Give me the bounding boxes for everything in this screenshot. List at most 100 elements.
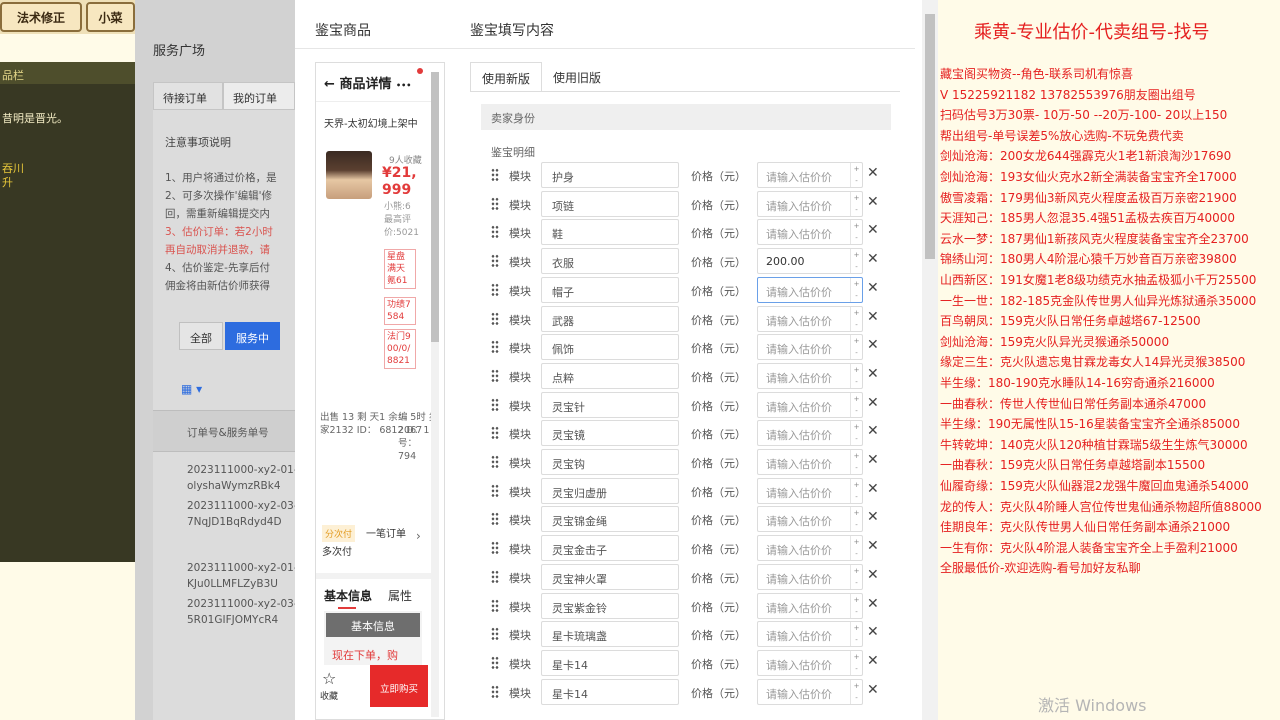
module-name-field[interactable]: 灵宝钩 bbox=[541, 449, 679, 475]
stepper-icon[interactable]: + - bbox=[850, 478, 862, 503]
stepper-icon[interactable]: + - bbox=[850, 335, 862, 360]
price-input[interactable]: 请输入估价价 + - bbox=[757, 305, 863, 332]
filter-all-button[interactable]: 全部 bbox=[179, 322, 223, 350]
remove-icon[interactable]: ✕ bbox=[867, 624, 879, 640]
stepper-icon[interactable]: + - bbox=[850, 507, 862, 532]
stepper-icon[interactable]: + - bbox=[850, 163, 862, 187]
price-input[interactable]: 请输入估价价 + - bbox=[757, 420, 863, 447]
stepper-icon[interactable]: + - bbox=[850, 564, 862, 589]
favorite-label[interactable]: 收藏 bbox=[320, 689, 338, 702]
remove-icon[interactable]: ✕ bbox=[867, 567, 879, 583]
game-tab-second[interactable]: 小菜 bbox=[86, 2, 135, 32]
stepper-icon[interactable]: + - bbox=[850, 450, 862, 474]
drag-handle-icon[interactable] bbox=[491, 426, 499, 441]
stepper-icon[interactable]: + - bbox=[850, 650, 862, 675]
price-input[interactable]: 请输入估价价 + - bbox=[757, 219, 863, 246]
price-input[interactable]: 请输入估价价 + - bbox=[757, 592, 863, 619]
drag-handle-icon[interactable] bbox=[491, 483, 499, 498]
remove-icon[interactable]: ✕ bbox=[867, 194, 879, 210]
remove-icon[interactable]: ✕ bbox=[867, 165, 879, 181]
drag-handle-icon[interactable] bbox=[491, 569, 499, 584]
close-icon[interactable]: ✕ bbox=[560, 0, 582, 24]
module-name-field[interactable]: 灵宝锦金绳 bbox=[541, 506, 679, 533]
remove-icon[interactable]: ✕ bbox=[867, 481, 879, 497]
stepper-icon[interactable]: + - bbox=[850, 679, 862, 704]
drag-handle-icon[interactable] bbox=[491, 225, 499, 240]
module-name-field[interactable]: 灵宝镜 bbox=[541, 420, 679, 447]
price-input[interactable]: 200.00 + - bbox=[757, 248, 863, 275]
module-name-field[interactable]: 护身 bbox=[541, 162, 679, 188]
grid-icon[interactable]: ▦ ▾ bbox=[181, 382, 202, 396]
installment-option[interactable]: 分次付 一笔订单 多次付 › bbox=[320, 521, 436, 559]
game-tab-spell[interactable]: 法术修正 bbox=[0, 2, 82, 32]
module-name-field[interactable]: 灵宝归虚册 bbox=[541, 477, 679, 504]
filter-serving-button[interactable]: 服务中 bbox=[225, 322, 280, 350]
price-input[interactable]: 请输入估价价 + - bbox=[757, 535, 863, 562]
price-input[interactable]: 请输入估价价 + - bbox=[757, 190, 863, 217]
module-name-field[interactable]: 武器 bbox=[541, 305, 679, 332]
stepper-icon[interactable]: + - bbox=[850, 277, 862, 302]
drag-handle-icon[interactable] bbox=[491, 282, 499, 297]
drag-handle-icon[interactable] bbox=[491, 311, 499, 326]
stepper-icon[interactable]: + - bbox=[850, 306, 862, 331]
module-name-field[interactable]: 项链 bbox=[541, 190, 679, 217]
stepper-icon[interactable]: + - bbox=[850, 363, 862, 388]
stepper-icon[interactable]: + - bbox=[850, 220, 862, 245]
drag-handle-icon[interactable] bbox=[491, 168, 499, 182]
preview-scrollbar[interactable] bbox=[431, 72, 439, 717]
price-input[interactable]: 请输入估价价 + - bbox=[757, 276, 863, 303]
tab-pending[interactable]: 待接订单 bbox=[153, 82, 223, 110]
remove-icon[interactable]: ✕ bbox=[867, 596, 879, 612]
price-input[interactable]: 请输入估价价 + - bbox=[757, 162, 863, 188]
module-name-field[interactable]: 灵宝针 bbox=[541, 391, 679, 418]
module-name-field[interactable]: 灵宝紫金铃 bbox=[541, 592, 679, 619]
module-name-field[interactable]: 点粹 bbox=[541, 362, 679, 389]
drag-handle-icon[interactable] bbox=[491, 254, 499, 269]
tab-new-version[interactable]: 使用新版 bbox=[470, 62, 543, 92]
stepper-icon[interactable]: + - bbox=[850, 421, 862, 446]
drag-handle-icon[interactable] bbox=[491, 196, 499, 211]
module-name-field[interactable]: 衣服 bbox=[541, 248, 679, 275]
tab-basic-info[interactable]: 基本信息 bbox=[324, 587, 372, 604]
remove-icon[interactable]: ✕ bbox=[867, 280, 879, 296]
buy-now-button[interactable]: 立即购买 bbox=[370, 665, 428, 707]
price-input[interactable]: 请输入估价价 + - bbox=[757, 678, 863, 705]
remove-icon[interactable]: ✕ bbox=[867, 452, 879, 468]
price-input[interactable]: 请输入估价价 + - bbox=[757, 391, 863, 418]
back-arrow-icon[interactable]: ← bbox=[324, 77, 335, 92]
form-scrollbar[interactable] bbox=[922, 0, 938, 720]
more-icon[interactable]: ••• bbox=[396, 81, 411, 90]
stepper-icon[interactable]: + - bbox=[850, 536, 862, 561]
stepper-icon[interactable]: + - bbox=[850, 191, 862, 216]
remove-icon[interactable]: ✕ bbox=[867, 509, 879, 525]
drag-handle-icon[interactable] bbox=[491, 627, 499, 642]
module-name-field[interactable]: 灵宝神火罩 bbox=[541, 563, 679, 590]
price-input[interactable]: 请输入估价价 + - bbox=[757, 649, 863, 676]
tab-old-version[interactable]: 使用旧版 bbox=[542, 62, 612, 92]
stepper-icon[interactable]: + - bbox=[850, 622, 862, 647]
module-name-field[interactable]: 佩饰 bbox=[541, 334, 679, 361]
remove-icon[interactable]: ✕ bbox=[867, 682, 879, 698]
price-input[interactable]: 请输入估价价 + - bbox=[757, 563, 863, 590]
remove-icon[interactable]: ✕ bbox=[867, 337, 879, 353]
tab-attributes[interactable]: 属性 bbox=[388, 587, 412, 604]
drag-handle-icon[interactable] bbox=[491, 340, 499, 355]
drag-handle-icon[interactable] bbox=[491, 368, 499, 383]
remove-icon[interactable]: ✕ bbox=[867, 423, 879, 439]
remove-icon[interactable]: ✕ bbox=[867, 395, 879, 411]
drag-handle-icon[interactable] bbox=[491, 655, 499, 670]
star-icon[interactable]: ☆ bbox=[322, 669, 336, 688]
module-name-field[interactable]: 星卡14 bbox=[541, 649, 679, 676]
stepper-icon[interactable]: + - bbox=[850, 249, 862, 274]
module-name-field[interactable]: 星卡14 bbox=[541, 678, 679, 705]
drag-handle-icon[interactable] bbox=[491, 455, 499, 469]
stepper-icon[interactable]: + - bbox=[850, 392, 862, 417]
stepper-icon[interactable]: + - bbox=[850, 593, 862, 618]
drag-handle-icon[interactable] bbox=[491, 512, 499, 527]
module-name-field[interactable]: 灵宝金击子 bbox=[541, 535, 679, 562]
drag-handle-icon[interactable] bbox=[491, 684, 499, 699]
drag-handle-icon[interactable] bbox=[491, 397, 499, 412]
price-input[interactable]: 请输入估价价 + - bbox=[757, 506, 863, 533]
drag-handle-icon[interactable] bbox=[491, 541, 499, 556]
price-input[interactable]: 请输入估价价 + - bbox=[757, 362, 863, 389]
